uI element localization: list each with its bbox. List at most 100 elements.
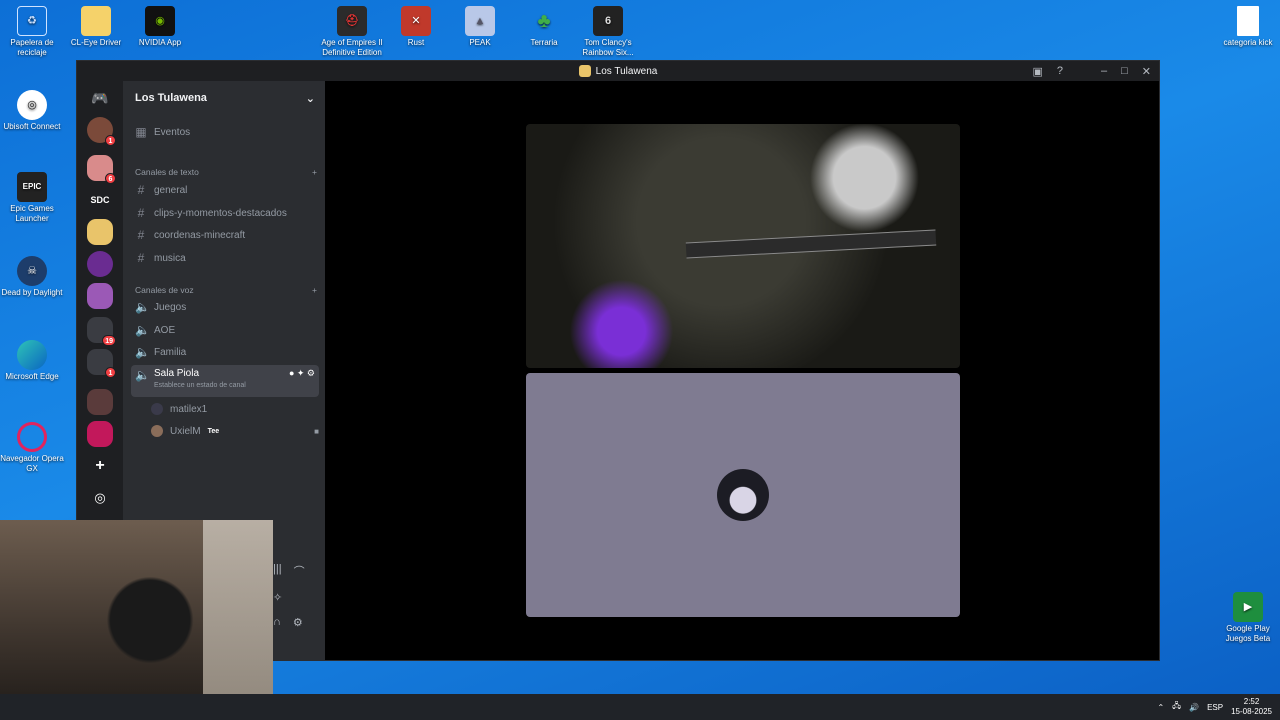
desktop-icon-ubisoft[interactable]: ◎ Ubisoft Connect [0,90,64,132]
channel-label: AOE [154,324,176,336]
desktop-icon-nvidia-app[interactable]: ◉ NVIDIA App [128,6,192,48]
guitar-neck-shape [685,229,937,259]
headphones-icon[interactable]: ∩ [273,616,281,629]
edge-icon [17,340,47,370]
channel-general[interactable]: # general [131,180,319,200]
hash-icon: # [137,206,145,220]
voice-channel-juegos[interactable]: 🔈 Juegos [131,297,319,317]
server-name: Los Tulawena [135,92,207,104]
dbd-icon: ☠ [17,256,47,286]
camera-icon: ■ [314,426,319,436]
desktop-icon-edge[interactable]: Microsoft Edge [0,340,64,382]
close-button[interactable]: ✕ [1142,65,1151,78]
help-icon[interactable]: ? [1057,65,1063,77]
speaker-icon: 🔈 [135,300,150,314]
hash-icon: # [137,228,145,242]
add-channel-icon[interactable]: + [312,285,317,295]
server-header[interactable]: Los Tulawena ⌄ [123,81,325,115]
voice-activity-icon[interactable]: ||| [273,563,282,579]
channel-label: Familia [154,346,187,358]
guild-sdc[interactable]: SDC [87,187,113,213]
desktop-icon-label: Age of Empires II Definitive Edition [321,38,383,57]
category-voice[interactable]: Canales de voz + [135,285,317,295]
desktop-icon-label: NVIDIA App [138,38,182,47]
desktop-icon-peak[interactable]: ▲ PEAK [448,6,512,48]
discover-icon[interactable]: ◎ [87,485,113,511]
add-channel-icon[interactable]: + [312,167,317,177]
channel-actions: ● ✦ ⚙ [288,368,315,378]
maximize-button[interactable]: □ [1121,65,1128,77]
guild-icon-active[interactable] [87,219,113,245]
minimize-button[interactable]: – [1101,65,1107,77]
desktop-icon-cl-eye-driver[interactable]: CL-Eye Driver [64,6,128,48]
voice-channel-familia[interactable]: 🔈 Familia [131,342,319,362]
guild-icon[interactable] [87,251,113,277]
guild-icon[interactable] [87,389,113,415]
desktop-icon-label: Microsoft Edge [5,372,59,381]
recycle-bin-icon: ♻ [17,6,47,36]
speaker-icon: 🔈 [135,368,150,382]
category-text[interactable]: Canales de texto + [135,167,317,177]
add-server-icon[interactable]: + [87,453,113,479]
google-play-games-icon: ▶ [1233,592,1263,622]
channel-clips[interactable]: # clips-y-momentos-destacados [131,203,319,223]
guild-icon[interactable]: 6 [87,155,116,184]
peak-icon: ▲ [465,6,495,36]
mention-badge: 6 [105,173,116,184]
desktop-icon-google-play-games[interactable]: ▶ Google Play Juegos Beta [1216,592,1280,644]
volume-icon[interactable]: 🔊 [1189,703,1199,712]
guild-folder-icon[interactable]: 1 [87,349,116,378]
aoe-icon: ⛑ [337,6,367,36]
desktop-icon-rainbow-six[interactable]: 6 Tom Clancy's Rainbow Six... [576,6,640,58]
desktop-icon-categoria-kick[interactable]: categoria kick [1216,6,1280,48]
epic-icon: EPIC [17,172,47,202]
desktop-icon-dbd[interactable]: ☠ Dead by Daylight [0,256,64,298]
guild-icon[interactable] [87,421,113,447]
clock-time: 2:52 [1243,697,1260,706]
guild-icon[interactable] [87,283,113,309]
desktop-icon-aoe[interactable]: ⛑ Age of Empires II Definitive Edition [320,6,384,58]
channel-label: Juegos [154,301,187,313]
voice-channel-sala-piola[interactable]: 🔈 Sala Piola Establece un estado de cana… [131,365,319,397]
network-icon[interactable]: 🖧 [1172,700,1181,714]
desktop-icon-opera-gx[interactable]: Navegador Opera GX [0,422,64,474]
guild-icon[interactable]: 1 [87,117,116,146]
voice-channel-aoe[interactable]: 🔈 AOE [131,320,319,340]
desktop-icon-epic[interactable]: EPIC Epic Games Launcher [0,172,64,224]
channel-status[interactable]: Establece un estado de canal [154,382,246,389]
folder-icon [81,6,111,36]
opera-gx-icon [17,422,47,452]
discord-home-icon[interactable]: 🎮 [87,85,113,111]
guild-folder-icon[interactable]: 19 [87,317,116,346]
chevron-up-icon[interactable]: ⌃ [1157,703,1164,712]
taskbar: ⌃ 🖧 🔊 ESP 2:52 15-08-2025 [0,694,1280,720]
title-bar: Los Tulawena ▣ ? – □ ✕ [77,61,1159,81]
channel-label: Sala Piola [154,368,200,379]
channel-coordenas[interactable]: # coordenas-minecraft [131,225,319,245]
video-tile-stream[interactable] [526,124,960,368]
avatar [151,425,163,437]
clock[interactable]: 2:52 15-08-2025 [1231,697,1272,717]
desktop-icon-label: Navegador Opera GX [0,454,64,473]
channel-musica[interactable]: # musica [131,248,319,268]
mention-badge: 1 [105,367,116,378]
nvidia-icon: ◉ [145,6,175,36]
events-item[interactable]: ▦ Eventos [131,122,319,142]
settings-gear-icon[interactable]: ⚙ [293,616,303,629]
voice-user-matilex1[interactable]: matilex1 [147,399,319,419]
voice-user-uxielm[interactable]: UxielM Tee ■ [147,421,319,441]
channel-label: coordenas-minecraft [154,229,246,241]
desktop-icon-terraria[interactable]: ♣ Terraria [512,6,576,48]
user-tag: Tee [207,427,220,435]
disconnect-icon[interactable]: ⌒ [294,563,305,579]
desktop-icon-recycle-bin[interactable]: ♻ Papelera de reciclaje [0,6,64,58]
desktop-icon-label: Tom Clancy's Rainbow Six... [582,38,634,57]
soundboard-icon[interactable]: ✧ [273,591,319,604]
desktop-icon-label: Epic Games Launcher [10,204,54,223]
events-label: Eventos [154,126,191,138]
avatar [151,403,163,415]
input-language[interactable]: ESP [1207,703,1223,712]
video-tile-avatar[interactable] [526,373,960,617]
inbox-icon[interactable]: ▣ [1032,65,1042,78]
desktop-icon-rust[interactable]: ✕ Rust [384,6,448,48]
